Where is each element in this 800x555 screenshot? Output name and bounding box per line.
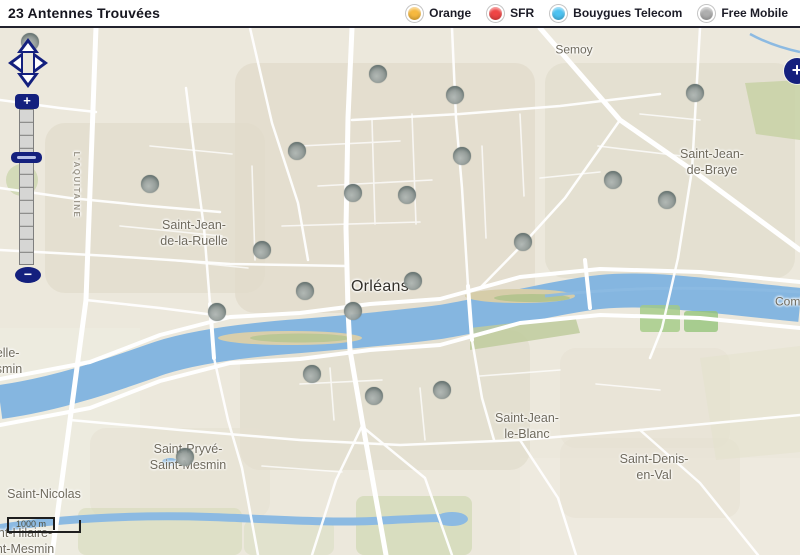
pan-down-icon-inner [22,75,34,83]
antenna-marker[interactable] [253,241,271,259]
antenna-marker[interactable] [604,171,622,189]
zoom-slider-track[interactable] [19,109,34,265]
legend-dot-icon [550,5,567,22]
legend-dot-icon [487,5,504,22]
zoom-slider-handle[interactable] [11,152,42,163]
pan-right-icon-inner [35,57,43,69]
legend-item-free-mobile: Free Mobile [698,5,788,22]
legend-item-sfr: SFR [487,5,534,22]
pan-left-button[interactable] [8,52,23,74]
antenna-marker[interactable] [686,84,704,102]
map-viewport[interactable]: SemoySaint-Jean- de-BrayeSaint-Jean- de-… [0,28,800,555]
antenna-marker[interactable] [658,191,676,209]
antenna-marker[interactable] [369,65,387,83]
antenna-marker[interactable] [433,381,451,399]
scale-line-top: 1000 m [7,517,55,530]
legend-dot-icon [406,5,423,22]
pan-control [8,38,48,88]
antenna-marker[interactable] [365,387,383,405]
antenna-marker[interactable] [288,142,306,160]
antenna-marker[interactable] [514,233,532,251]
pan-down-button[interactable] [17,73,39,88]
legend-item-bouygues-telecom: Bouygues Telecom [550,5,682,22]
antenna-marker[interactable] [404,272,422,290]
antenna-marker[interactable] [344,184,362,202]
antenna-marker[interactable] [453,147,471,165]
pan-left-icon-inner [13,57,21,69]
header: 23 Antennes Trouvées Orange SFR Bouygues T… [0,0,800,28]
antenna-marker[interactable] [296,282,314,300]
antenna-marker[interactable] [446,86,464,104]
antenna-marker[interactable] [398,186,416,204]
legend-label: SFR [510,6,534,20]
markers-layer [0,28,800,555]
antenna-marker[interactable] [208,303,226,321]
legend-dot-icon [698,5,715,22]
pan-up-button[interactable] [17,38,39,53]
antenna-marker[interactable] [176,448,194,466]
antenna-marker[interactable] [303,365,321,383]
legend-item-orange: Orange [406,5,471,22]
pan-up-icon-inner [22,43,34,51]
legend: Orange SFR Bouygues Telecom Free Mobile [406,5,788,22]
zoom-in-button[interactable]: + [15,94,39,109]
legend-label: Free Mobile [721,6,788,20]
legend-label: Bouygues Telecom [573,6,682,20]
legend-label: Orange [429,6,471,20]
antenna-marker[interactable] [344,302,362,320]
pan-right-button[interactable] [33,52,48,74]
antenna-marker[interactable] [141,175,159,193]
page-title: 23 Antennes Trouvées [8,5,160,21]
zoom-out-button[interactable]: − [15,267,41,283]
